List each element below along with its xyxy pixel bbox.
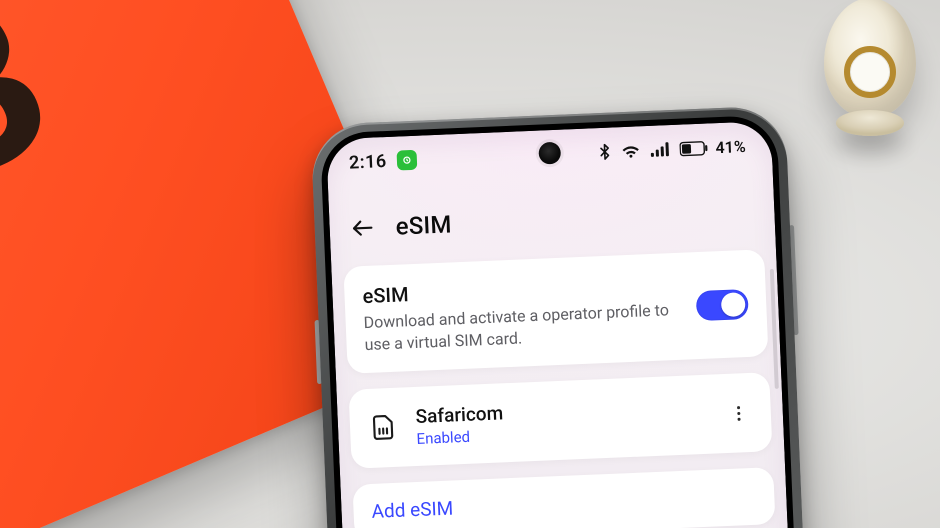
content: eSIM Download and activate a operator pr…: [343, 249, 777, 528]
esim-toggle[interactable]: [696, 289, 749, 321]
scene: 13 2:16: [0, 0, 940, 528]
desk-clock: [810, 0, 930, 160]
phone-screen: 2:16: [326, 121, 790, 528]
wifi-icon: [619, 141, 642, 160]
sim-card-icon: [367, 411, 400, 444]
arrow-left-icon: [349, 215, 376, 242]
sim-more-button[interactable]: [724, 399, 753, 428]
clock-time: 2:16: [349, 150, 388, 173]
battery-icon: [679, 140, 708, 156]
sim-profile-card[interactable]: Safaricom Enabled: [348, 372, 772, 469]
more-vertical-icon: [728, 403, 749, 424]
running-app-icon: [396, 150, 417, 171]
signal-icon: [649, 141, 672, 158]
back-button[interactable]: [347, 212, 378, 243]
esim-description: Download and activate a operator profile…: [363, 299, 675, 355]
title-bar: eSIM: [329, 189, 775, 252]
box-number: 13: [0, 0, 52, 243]
battery-percentage: 41%: [715, 136, 746, 156]
bluetooth-icon: [597, 143, 612, 162]
scrollbar[interactable]: [770, 269, 779, 389]
esim-toggle-card: eSIM Download and activate a operator pr…: [343, 249, 768, 374]
page-title: eSIM: [395, 210, 452, 240]
phone: 2:16: [310, 105, 804, 528]
add-esim-card[interactable]: Add eSIM: [352, 467, 775, 528]
add-esim-label: Add eSIM: [371, 484, 757, 523]
